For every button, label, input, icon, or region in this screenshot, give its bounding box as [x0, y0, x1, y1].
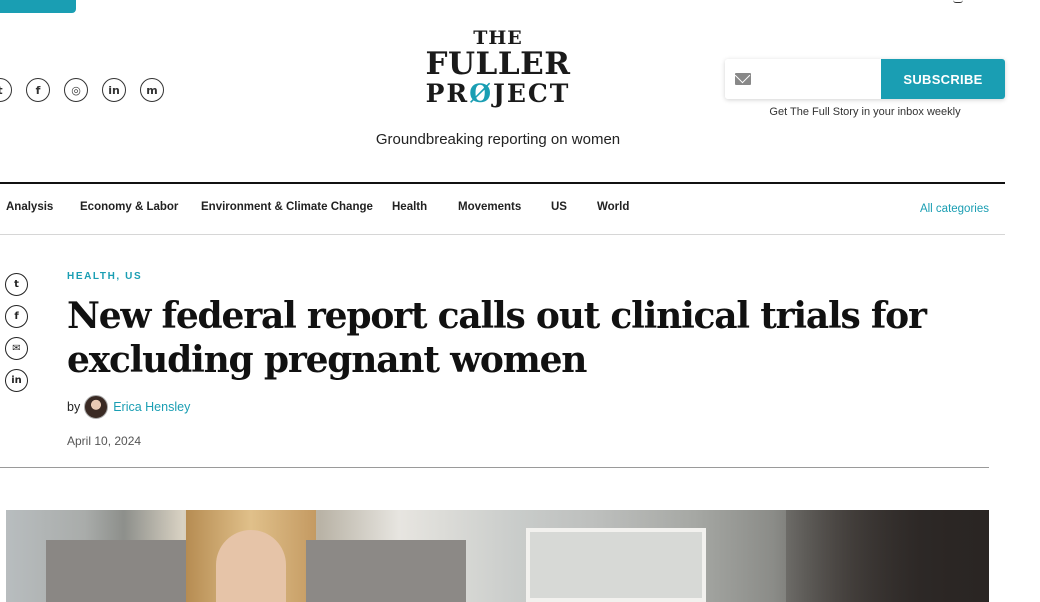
all-categories-link[interactable]: All categories — [920, 203, 989, 215]
article-headline: New federal report calls out clinical tr… — [67, 295, 927, 381]
article-divider — [0, 467, 989, 468]
nav-item-analysis[interactable]: Analysis — [6, 201, 53, 213]
hero-image-dark-figure — [786, 510, 989, 602]
category-nav: Analysis Economy & Labor Environment & C… — [0, 182, 1005, 235]
byline: by Erica Hensley — [67, 395, 190, 419]
account-icon[interactable] — [953, 0, 963, 3]
email-field[interactable] — [725, 59, 881, 99]
linkedin-icon[interactable]: in — [102, 78, 126, 102]
author-avatar[interactable] — [84, 395, 109, 419]
email-input[interactable] — [759, 71, 869, 87]
nav-item-movements[interactable]: Movements — [458, 201, 521, 213]
nav-item-economy-labor[interactable]: Economy & Labor — [80, 201, 178, 213]
article-date: April 10, 2024 — [67, 434, 142, 448]
hero-image-cardigan-right — [306, 540, 466, 602]
site-tagline: Groundbreaking reporting on women — [375, 131, 621, 148]
nav-item-environment[interactable]: Environment & Climate Change — [201, 201, 373, 213]
hero-image — [6, 510, 989, 602]
nav-item-world[interactable]: World — [597, 201, 629, 213]
share-twitter-icon[interactable]: t — [5, 273, 28, 296]
byline-by: by — [67, 400, 81, 414]
share-linkedin-icon[interactable]: in — [5, 369, 28, 392]
subscribe-button[interactable]: SUBSCRIBE — [881, 59, 1005, 99]
share-email-icon[interactable]: ✉ — [5, 337, 28, 360]
top-menu-tab[interactable] — [0, 0, 76, 13]
logo-line-project: PRØJECT — [425, 79, 571, 108]
instagram-icon[interactable]: ◎ — [64, 78, 88, 102]
hero-image-cardigan-left — [46, 540, 196, 602]
social-links: t f ◎ in m — [0, 78, 164, 102]
mastodon-icon[interactable]: m — [140, 78, 164, 102]
mail-icon — [735, 73, 751, 85]
facebook-icon[interactable]: f — [26, 78, 50, 102]
nav-item-us[interactable]: US — [551, 201, 567, 213]
twitter-icon[interactable]: t — [0, 78, 12, 102]
share-facebook-icon[interactable]: f — [5, 305, 28, 328]
site-logo[interactable]: THE FULLER PRØJECT — [398, 27, 598, 109]
newsletter-form: SUBSCRIBE — [725, 59, 1005, 99]
article-kicker[interactable]: HEALTH, US — [67, 271, 142, 282]
logo-line-fuller: FULLER — [425, 46, 571, 82]
author-link[interactable]: Erica Hensley — [113, 400, 190, 414]
hero-image-face — [216, 530, 286, 602]
subscribe-note: Get The Full Story in your inbox weekly — [769, 106, 961, 118]
nav-item-health[interactable]: Health — [392, 201, 427, 213]
share-rail: t f ✉ in — [5, 273, 28, 392]
hero-image-background-shelf — [526, 528, 706, 602]
